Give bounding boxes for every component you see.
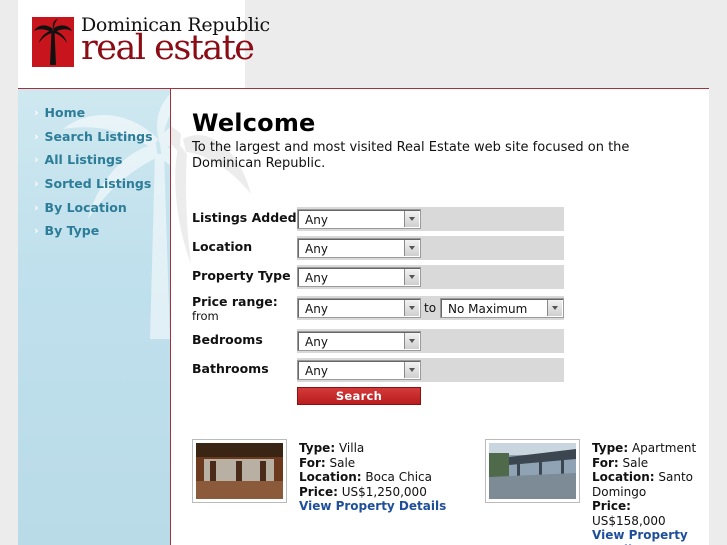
price-to-select[interactable]: No Maximum <box>440 298 564 318</box>
location-label: Location: <box>299 470 362 484</box>
search-button[interactable]: Search <box>297 387 421 405</box>
chevron-right-icon: › <box>34 129 39 143</box>
type-label: Type: <box>592 441 629 455</box>
apartment-photo-icon <box>489 443 576 499</box>
location-label: Location: <box>592 470 655 484</box>
listing-info: Type: Apartment For: Sale Location: Sant… <box>592 441 707 545</box>
select-value: No Maximum <box>448 302 528 316</box>
price-from-select[interactable]: Any <box>297 298 421 318</box>
chevron-down-icon <box>547 300 562 316</box>
chevron-right-icon: › <box>34 177 39 191</box>
location-select[interactable]: Any <box>297 238 421 258</box>
listing-for: Sale <box>622 455 649 470</box>
sidebar-item-by-location[interactable]: › By Location <box>34 195 153 219</box>
chevron-right-icon: › <box>34 153 39 167</box>
field-label: Location <box>192 239 253 254</box>
chevron-down-icon <box>404 269 419 285</box>
sidebar-item-home[interactable]: › Home <box>34 101 153 125</box>
for-label: For: <box>592 455 619 470</box>
listing-info: Type: Villa For: Sale Location: Boca Chi… <box>299 441 459 514</box>
chevron-right-icon: › <box>34 106 39 120</box>
chevron-down-icon <box>404 240 419 256</box>
bedrooms-select[interactable]: Any <box>297 331 421 351</box>
select-value: Any <box>305 271 328 285</box>
chevron-right-icon: › <box>34 224 39 238</box>
sidebar-item-label: All Listings <box>44 152 123 168</box>
field-label: Bedrooms <box>192 332 263 347</box>
chevron-down-icon <box>404 362 419 378</box>
site-logo[interactable]: Dominican Republic real estate <box>18 0 270 88</box>
select-value: Any <box>305 364 328 378</box>
sidebar-item-label: Sorted Listings <box>44 176 152 192</box>
villa-photo-icon <box>196 443 283 499</box>
select-value: Any <box>305 242 328 256</box>
palm-tree-logo-icon <box>32 17 74 67</box>
logo-text-line2: real estate <box>81 28 255 68</box>
page-subtitle: To the largest and most visited Real Est… <box>192 140 630 171</box>
main-content: Welcome To the largest and most visited … <box>171 89 709 545</box>
field-label: Bathrooms <box>192 361 269 376</box>
price-label: Price: <box>592 499 631 513</box>
type-label: Type: <box>299 441 336 455</box>
page-title: Welcome <box>192 109 316 137</box>
chevron-down-icon <box>404 300 419 316</box>
select-value: Any <box>305 335 328 349</box>
sidebar-nav: › Home › Search Listings › All Listings › So… <box>18 89 170 545</box>
field-label: Property Type <box>192 268 291 283</box>
chevron-down-icon <box>404 211 419 227</box>
view-property-details-link[interactable]: View Property Details <box>592 528 707 545</box>
chevron-down-icon <box>404 333 419 349</box>
listing-type: Villa <box>338 441 365 455</box>
listing-photo[interactable] <box>485 439 580 503</box>
listings-added-select[interactable]: Any <box>297 209 421 229</box>
sidebar-item-sorted-listings[interactable]: › Sorted Listings <box>34 172 153 196</box>
sidebar-item-label: Search Listings <box>44 128 153 144</box>
bathrooms-select[interactable]: Any <box>297 360 421 380</box>
sidebar-item-label: Home <box>44 105 86 121</box>
sidebar-item-label: By Location <box>44 199 127 215</box>
for-label: For: <box>299 455 326 470</box>
listing-price: US$158,000 <box>592 513 666 528</box>
sidebar-item-label: By Type <box>44 223 100 239</box>
view-property-details-link[interactable]: View Property Details <box>299 499 459 514</box>
property-type-select[interactable]: Any <box>297 267 421 287</box>
price-to-label: to <box>424 301 437 315</box>
select-value: Any <box>305 213 328 227</box>
price-label: Price: <box>299 484 338 499</box>
select-value: Any <box>305 302 328 316</box>
sidebar-item-search-listings[interactable]: › Search Listings <box>34 125 153 149</box>
listing-type: Apartment <box>631 441 697 455</box>
listing-price: US$1,250,000 <box>341 484 427 499</box>
sidebar-item-by-type[interactable]: › By Type <box>34 219 153 243</box>
listing-location: Boca Chica <box>365 470 432 484</box>
field-label: Price range: <box>192 294 278 309</box>
listing-photo[interactable] <box>192 439 287 503</box>
sidebar-item-all-listings[interactable]: › All Listings <box>34 148 153 172</box>
field-label: Listings Added <box>192 210 297 225</box>
chevron-right-icon: › <box>34 200 39 214</box>
field-sublabel: from <box>192 309 219 323</box>
listing-for: Sale <box>329 455 356 470</box>
